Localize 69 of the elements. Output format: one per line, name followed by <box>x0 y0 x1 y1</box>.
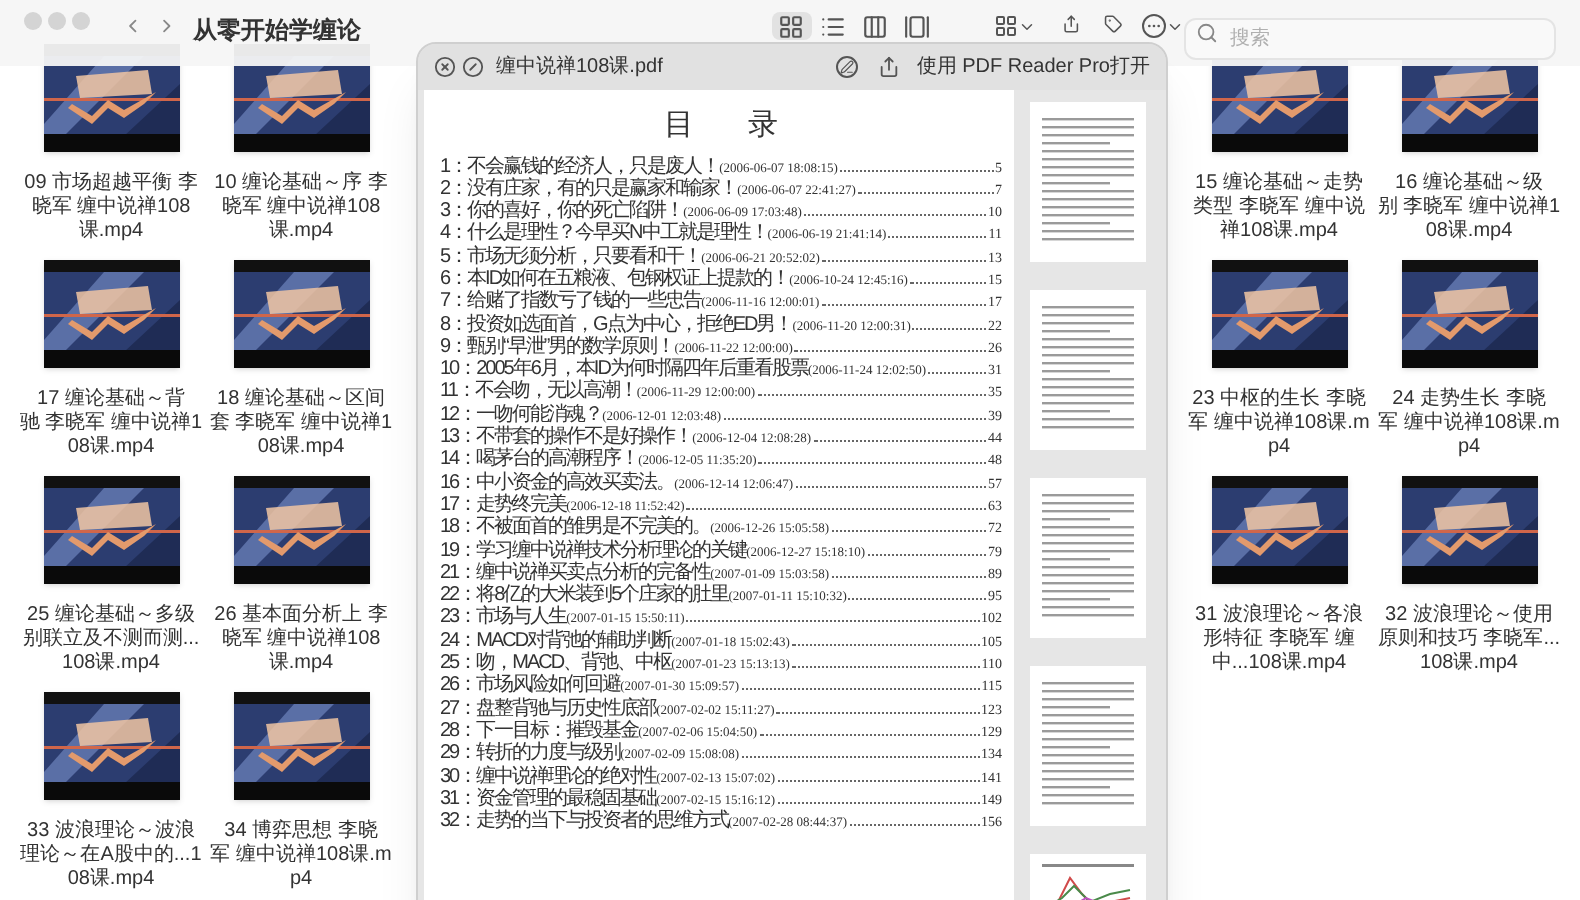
file-name[interactable]: 15 缠论基础～走势类型 李晓军 缠中说禅108课.mp4 <box>1187 172 1371 244</box>
toc-entry-title: 12：一吻何能消魂？ <box>440 403 603 426</box>
tag-icon[interactable] <box>1103 12 1122 36</box>
file-name[interactable]: 16 缠论基础～级别 李晓军 缠中说禅108课.mp4 <box>1377 172 1561 244</box>
grid-view-icon <box>778 13 805 39</box>
slashed-circle-icon[interactable] <box>462 56 484 78</box>
toc-entry-title: 24：MACD对背弛的辅助判断 <box>440 629 672 652</box>
markup-icon[interactable] <box>836 56 859 78</box>
toc-entry-title: 10：2005年6月，本ID为何时隔四年后重看股票 <box>440 358 808 381</box>
gallery-view-icon <box>904 13 931 39</box>
ellipsis-icon <box>1142 14 1166 38</box>
toc-entry-title: 26：市场风险如何回避 <box>440 674 621 697</box>
view-mode-button[interactable] <box>771 12 812 40</box>
page-thumbnail[interactable] <box>1030 102 1146 262</box>
open-with-button[interactable]: 使用 PDF Reader Pro打开 <box>916 52 1150 82</box>
file-name[interactable]: 34 博弈思想 李晓军 缠中说禅108课.mp4 <box>209 820 393 892</box>
page-thumbnail[interactable] <box>1030 290 1146 450</box>
toc-entry-title: 8：投资如选面首，G点为中心，拒绝ED男！ <box>440 313 793 336</box>
grid-icon <box>993 14 1018 38</box>
toc-entry-title: 5：市场无须分析，只要看和干！ <box>440 245 702 268</box>
file-name[interactable]: 09 市场超越平衡 李晓军 缠中说禅108课.mp4 <box>19 172 203 244</box>
toc-entry-title: 27：盘整背驰与历史性底部 <box>440 697 657 720</box>
toc-entry-title: 4：什么是理性？今早买N中工就是理性！ <box>440 222 768 245</box>
preview-title: 缠中说禅108课.pdf <box>496 53 663 82</box>
page-thumbnail[interactable] <box>1030 478 1146 638</box>
toc-entry-title: 6：本ID如何在五粮液、包钢权证上提款的！ <box>440 267 790 290</box>
share-icon[interactable] <box>878 56 901 78</box>
file-name[interactable]: 17 缠论基础～背驰 李晓军 缠中说禅108课.mp4 <box>19 388 203 460</box>
file-name[interactable]: 32 波浪理论～使用原则和技巧 李晓军...108课.mp4 <box>1377 604 1561 676</box>
toc-entry-title: 18：不被面首的雏男是不完美的。 <box>440 516 711 539</box>
file-name[interactable]: 18 缠论基础～区间套 李晓军 缠中说禅108课.mp4 <box>209 388 393 460</box>
toc-entry-title: 16：中小资金的高效买卖法。 <box>440 471 675 494</box>
close-icon[interactable] <box>434 56 456 78</box>
toc-entry-title: 14：喝茅台的高潮程序！ <box>440 448 639 471</box>
search-icon <box>1196 22 1218 44</box>
toc-entry-title: 22：将8亿的大米装到5个庄家的肚里 <box>440 584 729 607</box>
toc-entry-title: 28：下一目标：摧毁基金 <box>440 719 639 742</box>
toc-entry-title: 11：不会吻，无以高潮！ <box>440 380 637 403</box>
file-name[interactable]: 25 缠论基础～多级别联立及不测而测...108课.mp4 <box>19 604 203 676</box>
file-name[interactable]: 26 基本面分析上 李晓军 缠中说禅108课.mp4 <box>209 604 393 676</box>
toc-entry-title: 29：转折的力度与级别 <box>440 742 621 765</box>
file-name[interactable]: 24 走势生长 李晓军 缠中说禅108课.mp4 <box>1377 388 1561 460</box>
file-name[interactable]: 33 波浪理论～波浪理论～在A股中的...108课.mp4 <box>19 820 203 892</box>
toc-entry-title: 25：吻，MACD、背弛、中枢 <box>440 652 672 675</box>
toc-entry-title: 13：不带套的操作不是好操作！ <box>440 426 693 449</box>
file-name[interactable]: 10 缠论基础～序 李晓军 缠中说禅108课.mp4 <box>209 172 393 244</box>
window-title: 从零开始学缠论 <box>193 14 362 48</box>
search-field[interactable]: 搜索 <box>1184 18 1556 60</box>
page-thumbnail[interactable] <box>1030 666 1146 826</box>
toc-entry-title: 7：给赌了指数亏了钱的一些忠告 <box>440 290 702 313</box>
file-name[interactable]: 23 中枢的生长 李晓军 缠中说禅108课.mp4 <box>1187 388 1371 460</box>
toc-entry-title: 9：甄别“早泄”男的数学原则！ <box>440 335 675 358</box>
columns-view-icon <box>862 13 889 39</box>
toc-entry-title: 23：市场与人生 <box>440 606 567 629</box>
toc-entry-title: 31：资金管理的最稳固基础 <box>440 787 657 810</box>
toc-entry-title: 3：你的喜好，你的死亡陷阱！ <box>440 200 684 223</box>
more-button[interactable] <box>1142 12 1184 40</box>
toc-entry-title: 17：走势终完美 <box>440 493 567 516</box>
file-name[interactable]: 31 波浪理论～各浪形特征 李晓军 缠中...108课.mp4 <box>1187 604 1371 676</box>
share-icon[interactable] <box>1061 12 1080 36</box>
toc-entry-title: 2：没有庄家，有的只是赢家和输家！ <box>440 177 738 200</box>
toc-heading: 目 录 <box>664 104 778 146</box>
group-button[interactable] <box>993 12 1036 40</box>
toc-entry-title: 19：学习缠中说禅技术分析理论的关键 <box>440 539 747 562</box>
toc-entry-title: 32：走势的当下与投资者的思维方式 <box>440 810 729 833</box>
toc-entry-title: 1：不会赢钱的经济人，只是废人！ <box>440 155 720 177</box>
list-view-icon <box>820 13 847 39</box>
toc-entry-title: 21：缠中说禅买卖点分析的完备性 <box>440 561 711 584</box>
toc-entry-title: 30：缠中说禅理论的绝对性 <box>440 765 657 788</box>
